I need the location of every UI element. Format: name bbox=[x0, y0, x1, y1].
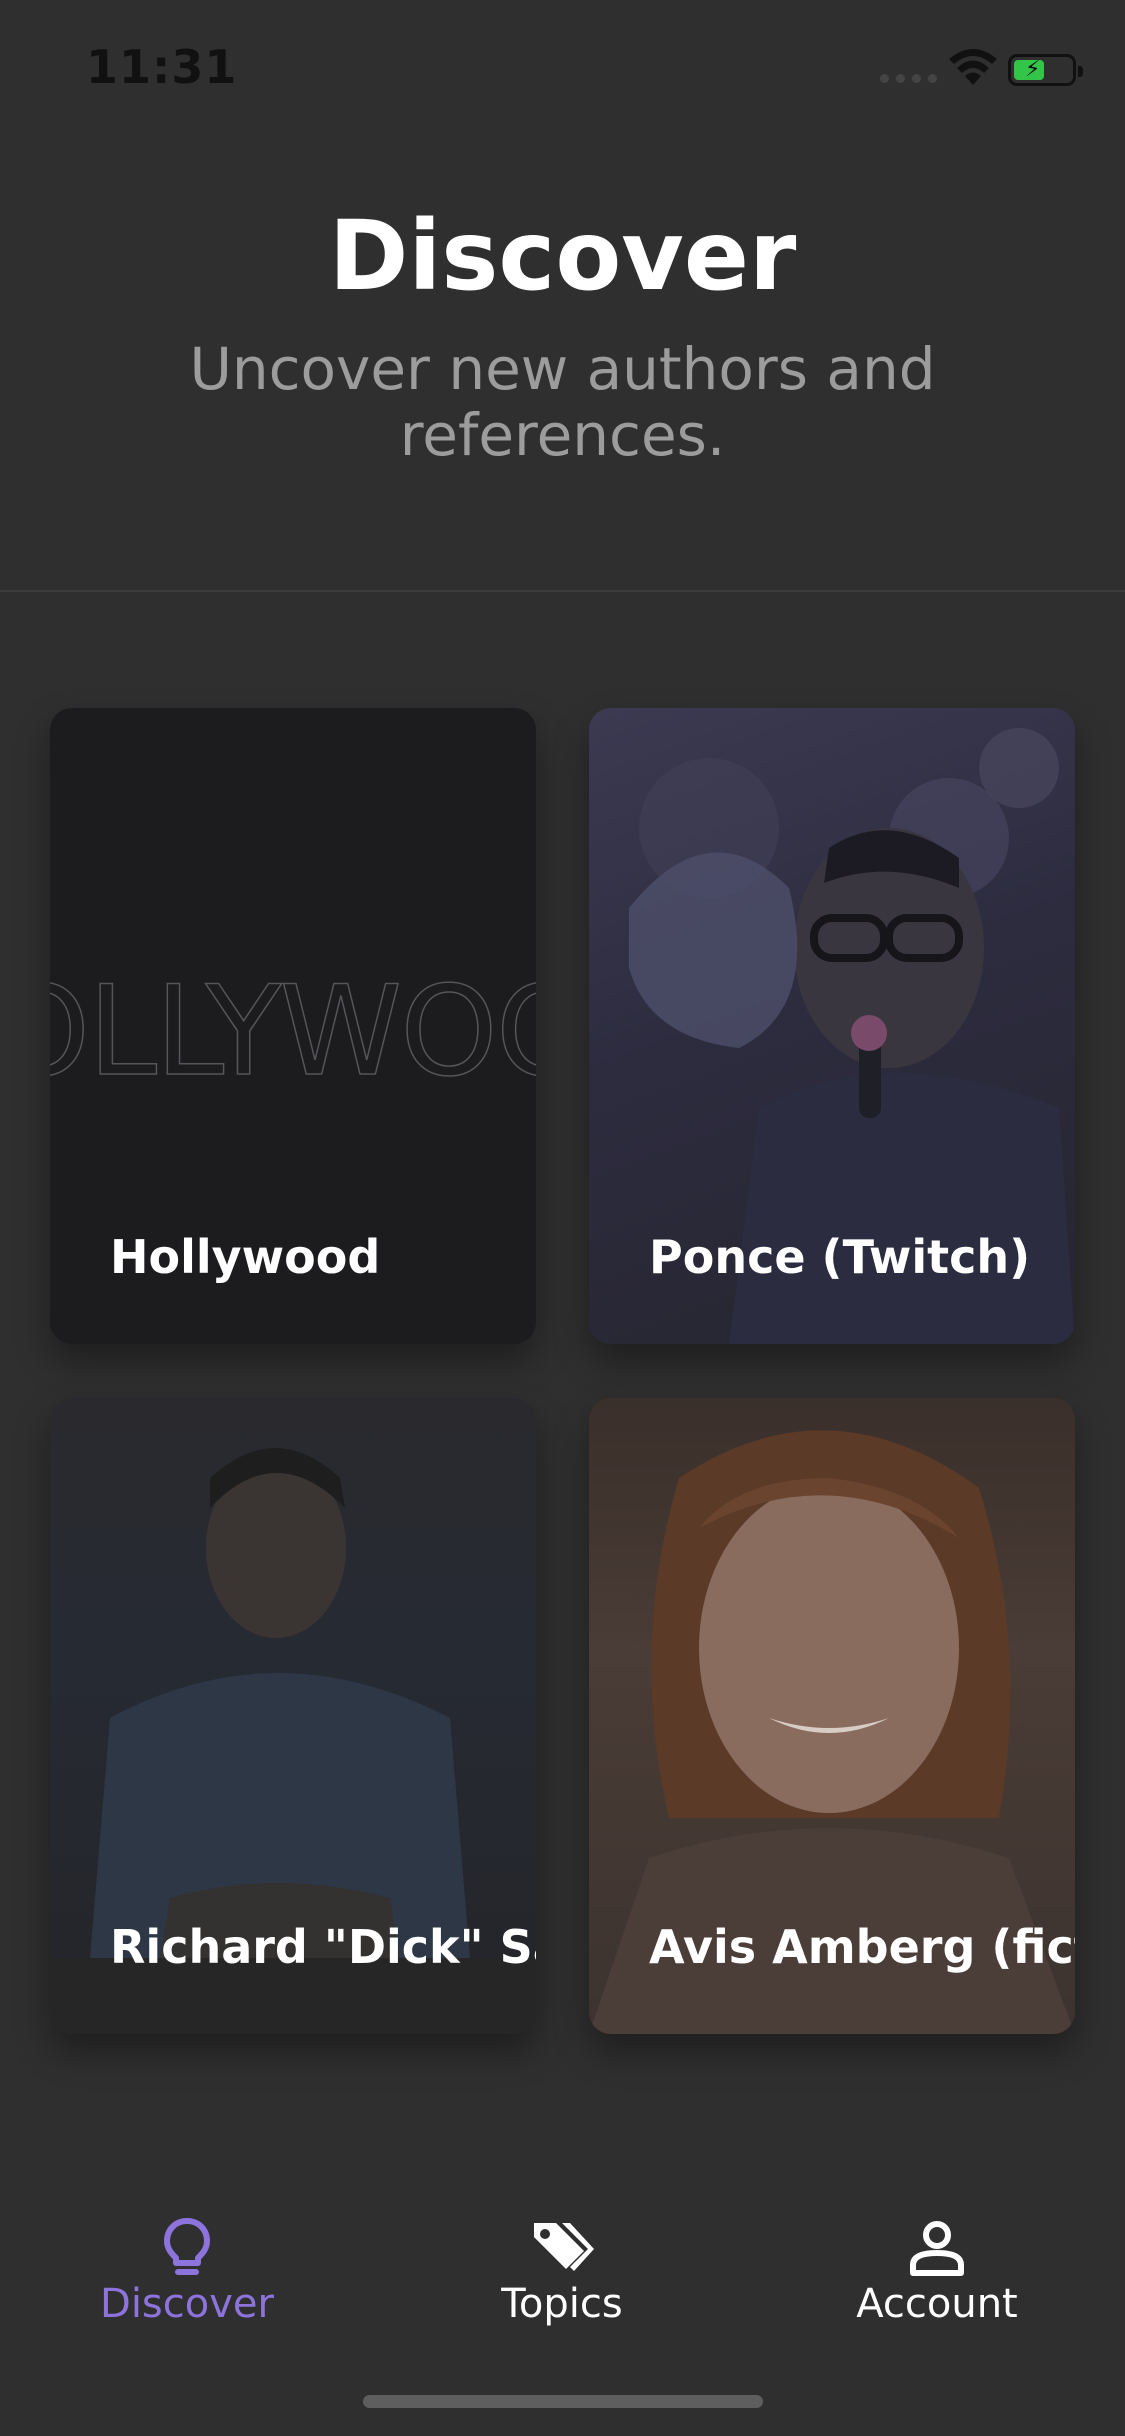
battery-icon: ⚡ bbox=[1008, 54, 1083, 86]
bottom-tab-bar: Discover Topics Account bbox=[0, 2180, 1125, 2380]
tab-account[interactable]: Account bbox=[787, 2180, 1087, 2340]
wifi-icon bbox=[949, 49, 997, 85]
card-hollywood[interactable]: HOLLYWOOD Hollywood bbox=[50, 708, 536, 1344]
page-title: Discover bbox=[328, 200, 797, 312]
card-label: Avis Amberg (fictional character) bbox=[649, 1920, 1075, 1974]
lightbulb-icon bbox=[164, 2218, 210, 2275]
tab-label: Account bbox=[856, 2281, 1018, 2327]
user-icon bbox=[910, 2221, 964, 2276]
header-divider bbox=[0, 590, 1125, 592]
tab-topics[interactable]: Topics bbox=[412, 2180, 712, 2340]
card-label: Ponce (Twitch) bbox=[649, 1230, 1031, 1284]
card-avis-amberg[interactable]: Avis Amberg (fictional character) bbox=[589, 1398, 1075, 2034]
hollywood-art-text: HOLLYWOOD bbox=[50, 960, 536, 1104]
tab-label: Topics bbox=[501, 2281, 623, 2327]
tab-label: Discover bbox=[100, 2281, 274, 2327]
card-richard-samuels[interactable]: Richard "Dick" Samuels bbox=[50, 1398, 536, 2034]
page-subtitle: Uncover new authors and references. bbox=[189, 335, 936, 469]
tab-discover[interactable]: Discover bbox=[37, 2180, 337, 2340]
card-ponce[interactable]: Ponce (Twitch) bbox=[589, 708, 1075, 1344]
home-indicator[interactable] bbox=[363, 2395, 763, 2408]
tags-icon bbox=[534, 2223, 594, 2271]
card-label: Richard "Dick" Samuels bbox=[110, 1920, 536, 1974]
status-bar: 11:31 ⚡ bbox=[0, 0, 1125, 140]
status-time: 11:31 bbox=[86, 40, 238, 94]
discover-screen: 11:31 ⚡ Discover Uncover new authors and… bbox=[0, 0, 1125, 2436]
cellular-signal-icon bbox=[880, 74, 937, 83]
card-label: Hollywood bbox=[110, 1230, 381, 1284]
